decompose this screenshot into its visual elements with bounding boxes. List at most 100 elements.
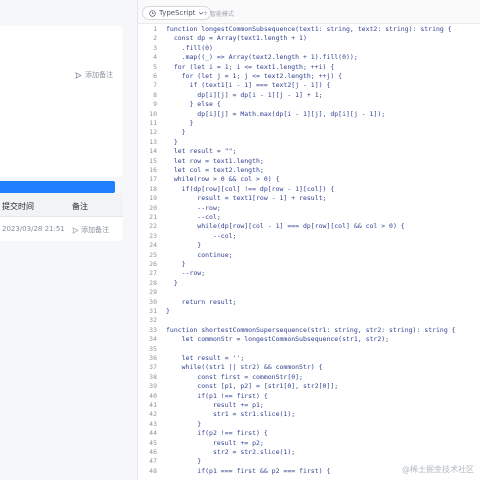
- code-text: const first = commonStr[0];: [166, 372, 303, 381]
- code-text: result += p1;: [166, 401, 264, 409]
- line-number: 16: [149, 166, 157, 174]
- code-line: 7 if (text1[i - 1] === text2[j - 1]) {: [138, 81, 480, 90]
- add-note-label: 添加备注: [85, 71, 113, 79]
- smart-mode-label: 智能模式: [210, 11, 235, 18]
- code-line: 4 .map((_) => Array(text2.length + 1).fi…: [138, 53, 480, 62]
- line-number: 10: [149, 109, 157, 118]
- left-panel: 添加备注 提交时间 备注 2023/03/28 21:51 添加备注: [0, 0, 137, 480]
- code-text: let commonStr = longestCommonSubsequence…: [166, 335, 390, 344]
- code-text: }: [166, 119, 194, 127]
- submission-table: 提交时间 备注 2023/03/28 21:51 添加备注: [0, 193, 123, 241]
- line-number: 2: [153, 34, 157, 43]
- code-text: const [p1, p2] = [str1[0], str2[0]];: [166, 382, 339, 391]
- plus-icon: +: [203, 10, 209, 17]
- line-number: 23: [149, 231, 157, 240]
- line-number: 36: [149, 354, 157, 362]
- line-number: 31: [149, 307, 157, 315]
- code-editor[interactable]: 1 function longestCommonSubsequence(text1…: [138, 24, 480, 480]
- code-text: for (let j = 1; j <= text2.length; ++j) …: [166, 72, 343, 80]
- code-line: 20 --row;: [138, 204, 480, 213]
- code-text: str2 = str2.slice(1);: [166, 448, 296, 456]
- code-text: return result;: [166, 297, 237, 306]
- line-number: 17: [149, 175, 157, 184]
- code-text: const dp = Array(text1.length + 1): [166, 34, 307, 43]
- code-text: for (let i = 1; i <= text1.length; ++i) …: [166, 62, 335, 71]
- code-line: 22 while(dp[row][col - 1] === dp[row][co…: [138, 222, 480, 231]
- code-line: 42 str1 = str1.slice(1);: [138, 410, 480, 419]
- line-number: 13: [149, 137, 157, 146]
- line-number: 20: [149, 203, 157, 212]
- code-line: 11 }: [138, 119, 480, 128]
- code-line: 46 str2 = str2.slice(1);: [138, 448, 480, 457]
- code-line: 38 const first = commonStr[0];: [138, 373, 480, 382]
- add-note-button[interactable]: 添加备注: [75, 70, 113, 80]
- line-number: 48: [149, 466, 157, 475]
- line-number: 3: [153, 43, 157, 52]
- code-line: 23 --col;: [138, 232, 480, 241]
- code-line: 35: [138, 345, 480, 354]
- row-add-note-button[interactable]: 添加备注: [72, 225, 109, 235]
- send-icon: [72, 226, 79, 234]
- code-text: if(dp[row][col] !== dp[row - 1][col]) {: [166, 184, 335, 193]
- line-number: 14: [149, 147, 157, 156]
- code-text: .map((_) => Array(text2.length + 1).fill…: [166, 53, 358, 62]
- language-select[interactable]: TypeScript: [142, 6, 212, 20]
- code-text: while(row > 0 && col > 0) {: [166, 175, 280, 184]
- line-number: 38: [149, 372, 157, 381]
- line-number: 28: [149, 278, 157, 287]
- code-text: result = text1[row - 1] + result;: [166, 194, 327, 203]
- line-number: 37: [149, 363, 157, 372]
- code-text: }: [166, 457, 202, 466]
- code-line: 18 if(dp[row][col] !== dp[row - 1][col])…: [138, 185, 480, 194]
- code-line: 21 --col;: [138, 213, 480, 222]
- line-number: 4: [153, 53, 157, 62]
- code-line: 26 }: [138, 260, 480, 269]
- code-line: 31}: [138, 307, 480, 316]
- code-line: 19 result = text1[row - 1] + result;: [138, 194, 480, 203]
- line-number: 9: [153, 100, 157, 109]
- submission-card: 添加备注: [0, 26, 123, 193]
- line-number: 12: [149, 128, 157, 137]
- code-line: 39 const [p1, p2] = [str1[0], str2[0]];: [138, 382, 480, 391]
- code-text: --col;: [166, 231, 237, 240]
- code-text: if (text1[i - 1] === text2[j - 1]) {: [166, 81, 331, 90]
- line-number: 19: [149, 194, 157, 203]
- code-line: 12 }: [138, 128, 480, 137]
- clock-icon: [149, 9, 156, 17]
- line-number: 22: [149, 222, 157, 231]
- code-text: while(dp[row][col - 1] === dp[row][col] …: [166, 222, 405, 231]
- line-number: 45: [149, 438, 157, 447]
- watermark: @稀土掘金技术社区: [402, 465, 474, 474]
- code-line: 3 .fill(0): [138, 44, 480, 53]
- row-add-note-label: 添加备注: [81, 226, 109, 234]
- code-line: 10 dp[i][j] = Math.max(dp[i - 1][j], dp[…: [138, 110, 480, 119]
- code-text: continue;: [166, 250, 233, 259]
- code-line: 13 }: [138, 138, 480, 147]
- code-text: --row;: [166, 269, 206, 278]
- code-line: 14 let result = "";: [138, 147, 480, 156]
- code-text: }: [166, 419, 202, 428]
- send-icon: [75, 71, 82, 79]
- code-text: let result = '';: [166, 354, 245, 362]
- line-number: 6: [153, 72, 157, 80]
- code-line: 1 function longestCommonSubsequence(text1…: [138, 25, 480, 34]
- code-line: 40 if(p1 !== first) {: [138, 392, 480, 401]
- code-text: }: [166, 128, 186, 137]
- code-line: 8 dp[i][j] = dp[i - 1][j - 1] + 1;: [138, 91, 480, 100]
- line-number: 43: [149, 419, 157, 428]
- primary-action-bar[interactable]: [0, 181, 115, 193]
- code-line: 30 return result;: [138, 298, 480, 307]
- code-text: --row;: [166, 203, 221, 212]
- code-text: result += p2;: [166, 438, 264, 447]
- code-line: 43 }: [138, 420, 480, 429]
- code-line: 16 let col = text2.length;: [138, 166, 480, 175]
- line-number: 46: [149, 448, 157, 456]
- line-number: 1: [153, 25, 157, 33]
- smart-mode-toggle[interactable]: + 智能模式: [203, 9, 234, 18]
- code-line: 17 while(row > 0 && col > 0) {: [138, 175, 480, 184]
- code-text: }: [166, 278, 178, 287]
- line-number: 40: [149, 391, 157, 400]
- code-line: 28 }: [138, 279, 480, 288]
- code-text: }: [166, 307, 170, 315]
- code-text: let result = "";: [166, 147, 237, 156]
